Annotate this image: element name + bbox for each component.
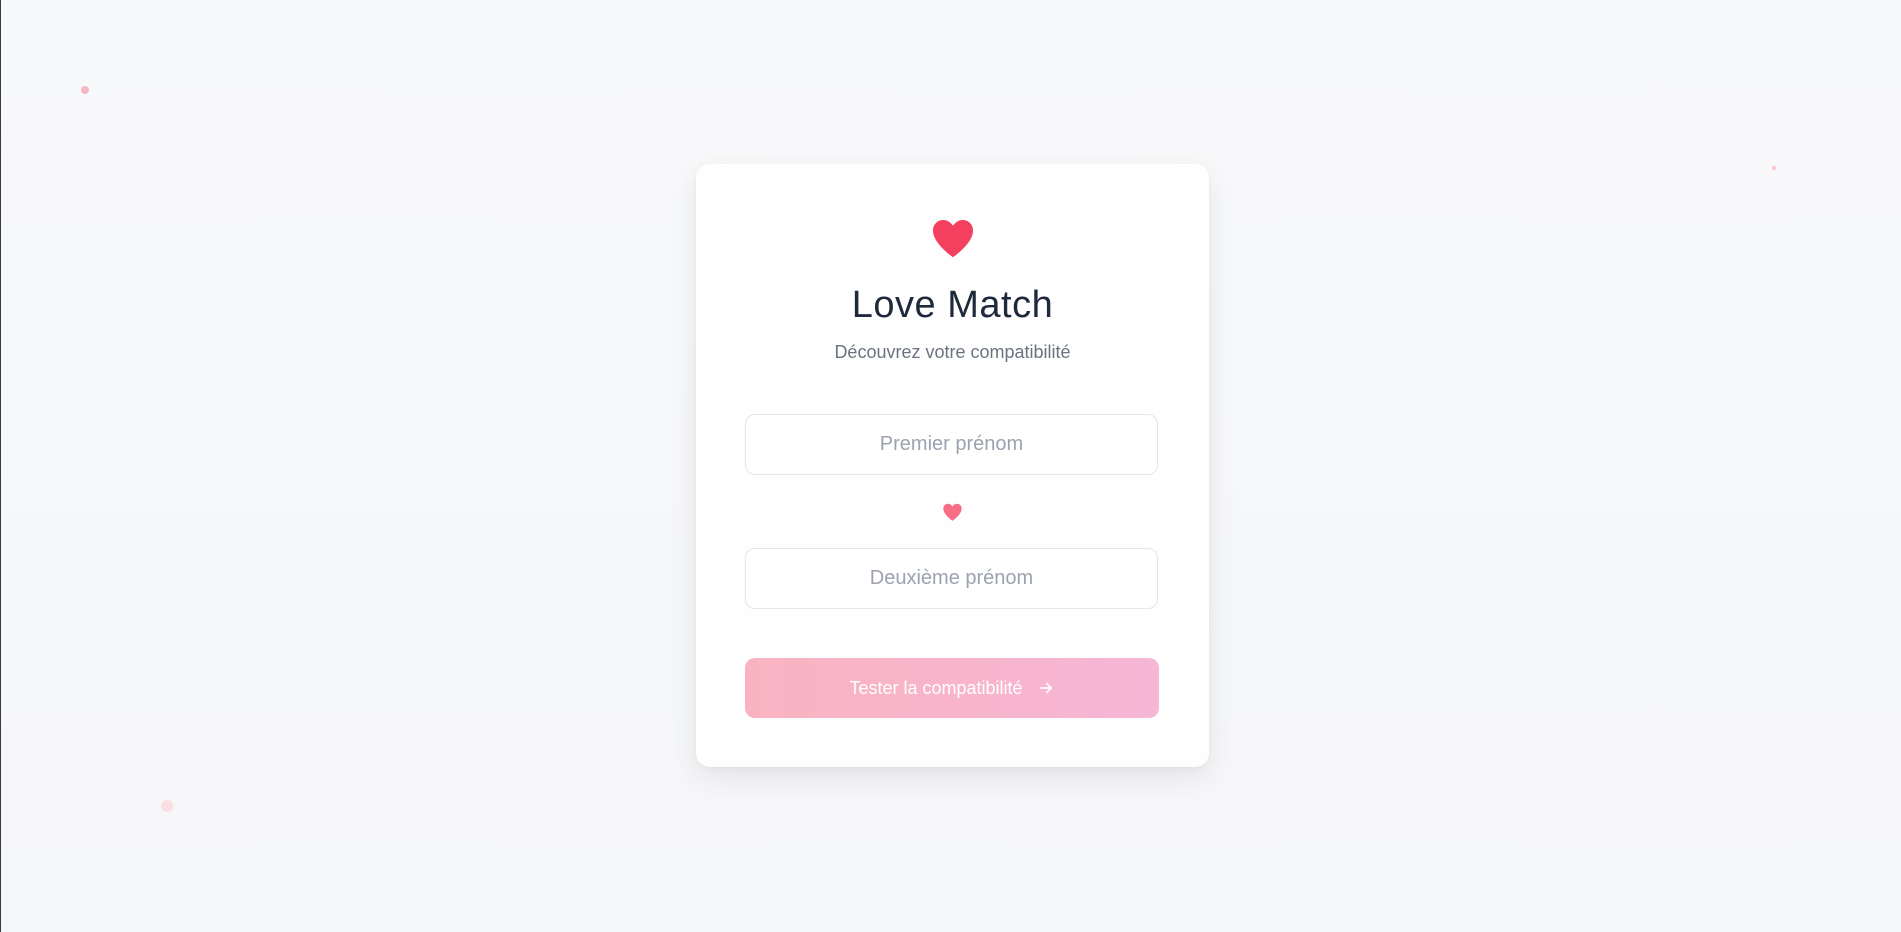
decorative-dot [81,86,89,94]
app-title: Love Match [851,284,1054,326]
decorative-dot [1772,166,1776,170]
second-name-input[interactable] [745,548,1158,609]
love-match-card: Love Match Découvrez votre compatibilité… [696,164,1209,767]
decorative-dot [161,800,173,812]
test-compatibility-label: Tester la compatibilité [849,677,1023,698]
arrow-right-icon [1039,682,1052,694]
heart-icon [943,503,962,521]
heart-icon [933,220,973,258]
first-name-input[interactable] [745,414,1158,475]
app-subtitle: Découvrez votre compatibilité [834,342,1071,362]
test-compatibility-button[interactable]: Tester la compatibilité [745,658,1159,718]
